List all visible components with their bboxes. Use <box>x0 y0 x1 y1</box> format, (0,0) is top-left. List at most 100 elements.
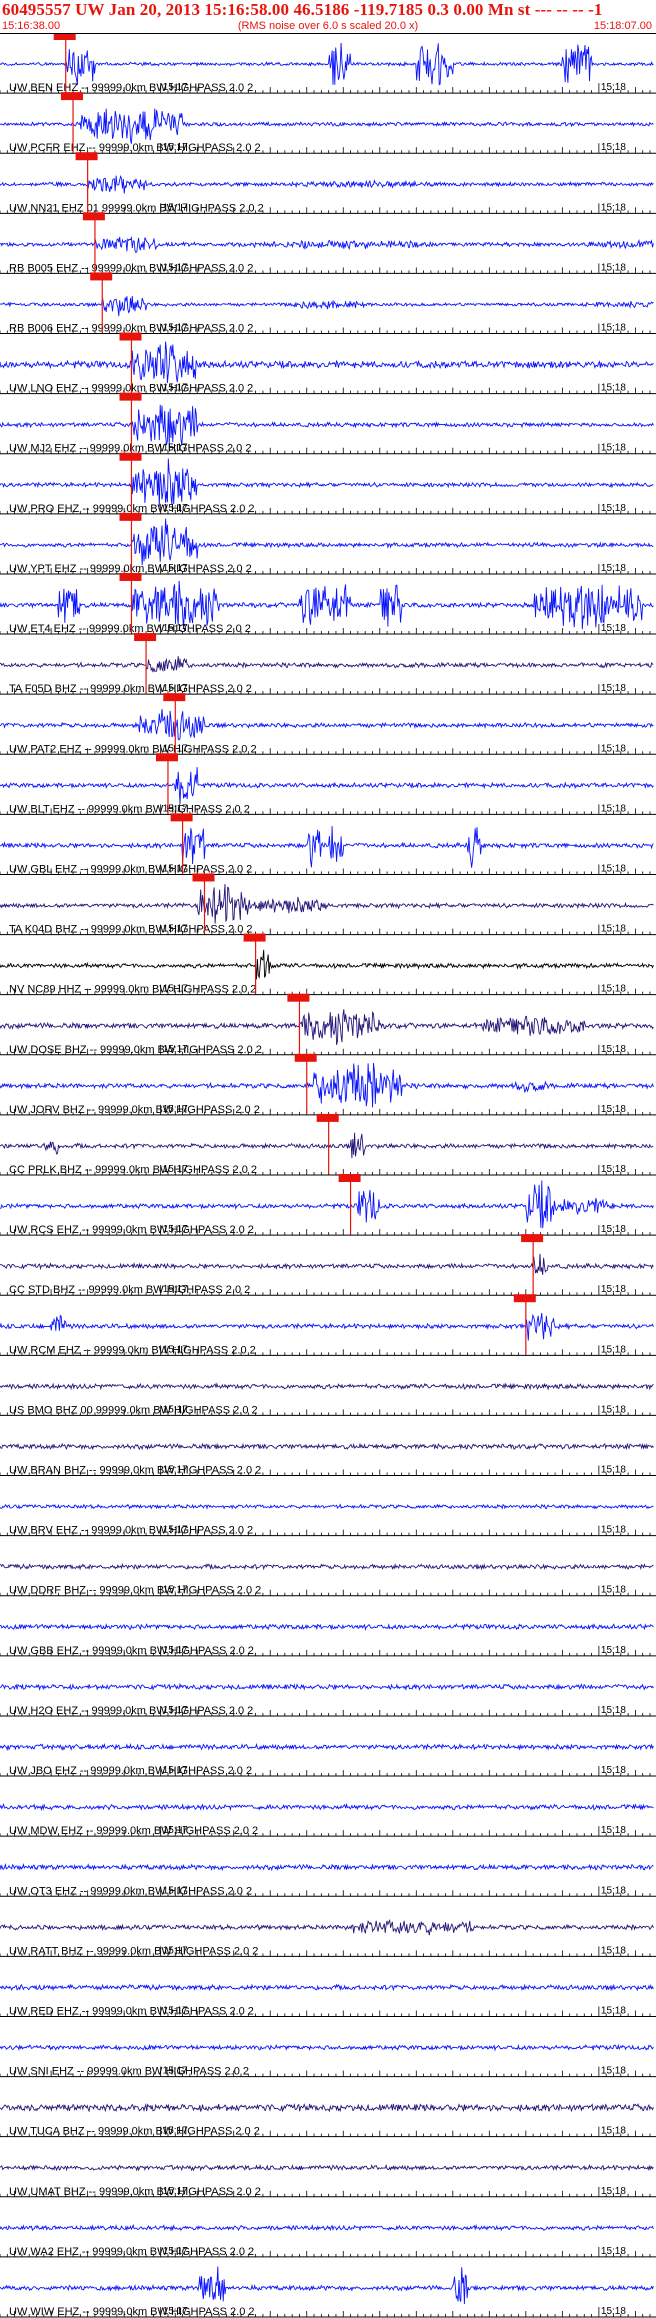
minute-label: 15:18 <box>601 1525 626 1536</box>
pick-marker <box>75 152 98 161</box>
waveform-trace <box>0 2266 654 2305</box>
pick-marker <box>134 633 157 642</box>
station-label: UW TUCA BHZ -- 99999.0km BW HIGHPASS 2.0… <box>9 2126 260 2138</box>
pick-marker <box>61 92 83 101</box>
waveform-trace <box>0 174 654 194</box>
seismogram-panel: 15:17 15:18UW BEN EHZ -- 99999.0km BW HIG… <box>0 34 656 2318</box>
station-label: UW RED EHZ -- 99999.0km BW HIGHPASS 2.0 … <box>9 2006 254 2018</box>
minute-label: 15:18 <box>601 803 626 814</box>
minute-label: 15:18 <box>601 1825 626 1836</box>
station-label: UW SNI EHZ -- 99999.0km BW HIGHPASS 2.0 … <box>9 2066 249 2078</box>
pick-marker <box>119 332 142 341</box>
station-label: UW OT3 EHZ -- 99999.0km BW HIGHPASS 2.0 … <box>9 1885 252 1897</box>
waveform-trace <box>0 949 654 980</box>
minute-label: 15:18 <box>601 1585 626 1596</box>
minute-label: 15:18 <box>601 2186 626 2197</box>
waveform-trace <box>0 1063 654 1108</box>
station-label: NV NC89 HHZ -- 99999.0km BW HIGHPASS 2.0… <box>9 984 256 996</box>
pick-marker <box>243 933 266 942</box>
waveform-trace <box>0 656 654 673</box>
station-label: UW BRAN BHZ -- 99999.0km BW HIGHPASS 2.0… <box>9 1465 261 1477</box>
pick-marker <box>53 34 76 40</box>
station-label: TA K04D BHZ -- 99999.0km BW HIGHPASS 2.0… <box>9 924 253 936</box>
station-label: UW RCS EHZ -- 99999.0km BW HIGHPASS 2.0 … <box>9 1224 254 1236</box>
station-label: UW RATT BHZ -- 99999.0km BW HIGHPASS 2.0… <box>9 1945 258 1957</box>
station-label: UW ET4 EHZ -- 99999.0km BW HIGHPASS 2.0 … <box>9 623 251 635</box>
station-label: UW BLT EHZ -- 99999.0km BW HIGHPASS 2.0 … <box>9 803 250 815</box>
minute-label: 15:18 <box>601 1404 626 1415</box>
pick-marker <box>119 512 142 521</box>
waveform-trace <box>0 1623 654 1631</box>
minute-label: 15:18 <box>601 2006 626 2017</box>
waveform-trace <box>0 1862 654 1872</box>
minute-label: 15:18 <box>601 1465 626 1476</box>
station-label: UW JBO EHZ -- 99999.0km BW HIGHPASS 2.0 … <box>9 1765 252 1777</box>
minute-label: 15:18 <box>601 2066 626 2077</box>
station-label: UW MDW EHZ -- 99999.0km BW HIGHPASS 2.0 … <box>9 1825 258 1837</box>
minute-label: 15:18 <box>601 1945 626 1956</box>
event-title: 60495557 UW Jan 20, 2013 15:16:58.00 46.… <box>2 0 603 19</box>
waveform-trace <box>0 1918 654 1936</box>
pick-marker <box>119 392 142 401</box>
header: 60495557 UW Jan 20, 2013 15:16:58.00 46.… <box>0 0 656 34</box>
waveform-trace <box>0 1382 654 1391</box>
minute-label: 15:18 <box>601 1224 626 1235</box>
waveform-trace <box>0 1442 654 1451</box>
rms-note: (RMS noise over 6.0 s scaled 20.0 x) <box>237 20 419 32</box>
waveform-trace <box>0 2043 654 2052</box>
waveform-trace <box>0 42 654 86</box>
waveform-trace <box>0 1132 654 1159</box>
waveform-trace <box>0 1563 654 1571</box>
pick-marker <box>192 873 215 882</box>
minute-label: 15:18 <box>601 924 626 935</box>
waveform-trace <box>0 404 654 446</box>
waveform-trace <box>0 1503 654 1510</box>
pick-marker <box>316 1113 339 1122</box>
minute-label: 15:18 <box>601 563 626 574</box>
minute-label: 15:18 <box>601 202 626 213</box>
minute-label: 15:18 <box>601 1284 626 1295</box>
waveform-trace <box>0 767 654 805</box>
minute-label: 15:18 <box>601 383 626 394</box>
waveform-trace <box>0 826 654 868</box>
waveform-trace <box>0 1253 654 1275</box>
window-end-time: 15:18:07.00 <box>593 20 652 32</box>
minute-label: 15:18 <box>601 2126 626 2137</box>
waveform-trace <box>0 1742 654 1752</box>
waveform-trace <box>0 2103 654 2113</box>
minute-label: 15:18 <box>601 1645 626 1656</box>
station-label: CC PRLK BHZ -- 99999.0km BW HIGHPASS 2.0… <box>9 1164 257 1176</box>
minute-label: 15:18 <box>601 1344 626 1355</box>
minute-label: 15:18 <box>601 262 626 273</box>
station-label: UW JORV BHZ -- 99999.0km BW HIGHPASS 2.0… <box>9 1104 260 1116</box>
waveform-trace <box>0 1180 654 1229</box>
station-label: UW GBL EHZ -- 99999.0km BW HIGHPASS 2.0 … <box>9 864 252 876</box>
minute-label: 15:18 <box>601 323 626 334</box>
station-label: UW PAT2 EHZ -- 99999.0km BW HIGHPASS 2.0… <box>9 743 257 755</box>
minute-label: 15:18 <box>601 1705 626 1716</box>
minute-label: 15:18 <box>601 2306 626 2317</box>
pick-marker <box>170 813 193 822</box>
waveform-trace <box>0 580 654 630</box>
station-label: UW WA2 EHZ -- 99999.0km BW HIGHPASS 2.0 … <box>9 2246 254 2258</box>
minute-label: 15:18 <box>601 1765 626 1776</box>
waveform-trace <box>0 235 654 254</box>
pick-marker <box>82 212 105 221</box>
station-label: UW NN21 EHZ 01 99999.0km BW HIGHPASS 2.0… <box>9 202 264 214</box>
waveform-trace <box>0 295 654 317</box>
pick-marker <box>338 1174 361 1182</box>
pick-marker <box>294 1053 317 1062</box>
station-label: US BMO BHZ 00 99999.0km BW HIGHPASS 2.0 … <box>9 1404 258 1416</box>
pick-marker <box>90 272 113 281</box>
pick-marker <box>163 693 186 702</box>
station-label: UW WIW EHZ -- 99999.0km BW HIGHPASS 2.0 … <box>9 2306 255 2318</box>
minute-label: 15:18 <box>601 503 626 514</box>
minute-label: 15:18 <box>601 623 626 634</box>
station-label: UW BEN EHZ -- 99999.0km BW HIGHPASS 2.0 … <box>9 82 253 94</box>
waveform-trace <box>0 2223 654 2232</box>
minute-label: 15:18 <box>601 1104 626 1115</box>
station-label: UW DDRF BHZ -- 99999.0km BW HIGHPASS 2.0… <box>9 1585 261 1597</box>
waveform-trace <box>0 2163 654 2172</box>
waveform-trace <box>0 341 654 384</box>
pick-marker <box>119 452 142 461</box>
